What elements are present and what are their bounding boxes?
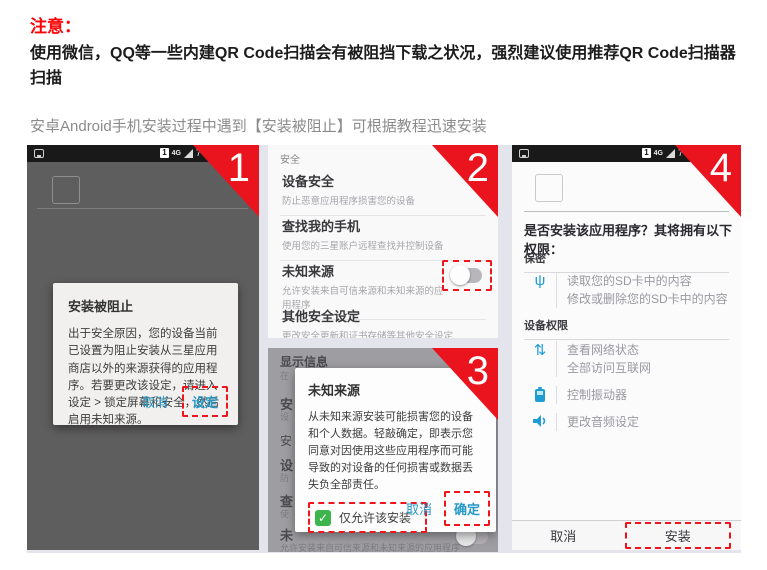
highlight-box [442,260,492,291]
unknown-sources-toggle[interactable] [452,268,482,283]
permission-storage: ψ 读取您的SD卡中的内容 修改或删除您的SD卡中的内容 [528,272,728,308]
permission-audio: 更改音频设定 [528,413,639,431]
screenshot-step3: 显示信息 在 安 设 安 设 防 查 使 未 允许安装来自可信来源和未知来源的应… [268,348,498,552]
install-blocked-dialog: 安装被阻止 出于安全原因，您的设备当前已设置为阻止安装从三星应用商店以外的来源获… [53,283,238,425]
sim-badge: 1 [642,148,650,158]
confirm-button[interactable]: 确定 [446,493,488,524]
divider [524,211,729,212]
network-4g-icon: 4G [172,150,181,157]
unknown-sources-dialog: 未知来源 从未知来源安装可能损害您的设备和个人数据。轻敲确定，即表示您同意对因使… [295,368,496,532]
subtitle-text: 安卓Android手机安装过程中遇到【安装被阻止】可根据教程迅速安装 [30,115,742,136]
network-arrows-icon: ⇅ [528,341,552,377]
notice-heading: 注意： [30,12,81,37]
highlight-box: 确定 [444,491,490,526]
checkbox-checked[interactable]: ✓ [315,510,331,526]
setting-row-other-security[interactable]: 其他安全设定 更改安全更新和证书存储等其他安全设定 [280,299,486,338]
permission-vibration: 控制振动器 [528,386,627,404]
tutorial-page: 注意： 使用微信，QQ等一些内建QR Code扫描会有被阻挡下载之状况，强烈建议… [0,0,767,570]
screenshot-step1: 1 4G 7 安装被阻止 出于安全原因，您的设备当前已设置为阻止安装从三星应用商… [27,145,259,550]
cancel-button[interactable]: 取消 [512,521,615,550]
dialog-body: 从未知来源安装可能损害您的设备和个人数据。轻敲确定，即表示您同意对因使用这些应用… [308,409,483,494]
sim-badge: 1 [160,148,168,158]
highlight-box: 设定 [182,386,228,417]
divider [37,208,248,209]
vibration-icon [528,386,552,404]
toggle-knob [450,265,470,285]
warning-text: 使用微信，QQ等一些内建QR Code扫描会有被阻挡下载之状况，强烈建议使用推荐… [30,42,742,92]
button-bar: 取消 安装 [512,520,741,550]
speaker-icon [528,413,552,431]
step-badge: 4 [675,145,741,217]
permission-network: ⇅ 查看网络状态 全部访问互联网 [528,341,651,377]
screenshot-step4: 1 4G 7 是否安装该应用程序？其将拥有以下权限： 保密 ψ 读取您的SD卡中… [512,145,741,550]
settings-button[interactable]: 设定 [184,388,226,415]
signal-icon [184,149,193,158]
dialog-title: 安装被阻止 [68,296,223,315]
notification-icon [519,149,529,158]
network-4g-icon: 4G [654,150,663,157]
usb-icon: ψ [528,272,552,308]
status-icons: 1 4G 7 [642,148,683,158]
dialog-title: 未知来源 [308,380,483,399]
app-icon-placeholder [535,174,563,202]
install-button[interactable]: 安装 [627,526,730,545]
cancel-button[interactable]: 取消 [398,493,440,524]
notification-icon [34,149,44,158]
highlight-box: 安装 [625,522,732,549]
section-privacy: 保密 [524,250,729,273]
app-icon-placeholder [52,176,80,204]
screenshot-step2: 安全 设备安全 防止恶意应用程序损害您的设备 查找我的手机 使用您的三星账户远程… [268,145,498,338]
section-device-permissions: 设备权限 [524,317,729,340]
status-icons: 1 4G 7 [160,148,201,158]
signal-icon [666,149,675,158]
cancel-button[interactable]: 取消 [134,386,176,417]
